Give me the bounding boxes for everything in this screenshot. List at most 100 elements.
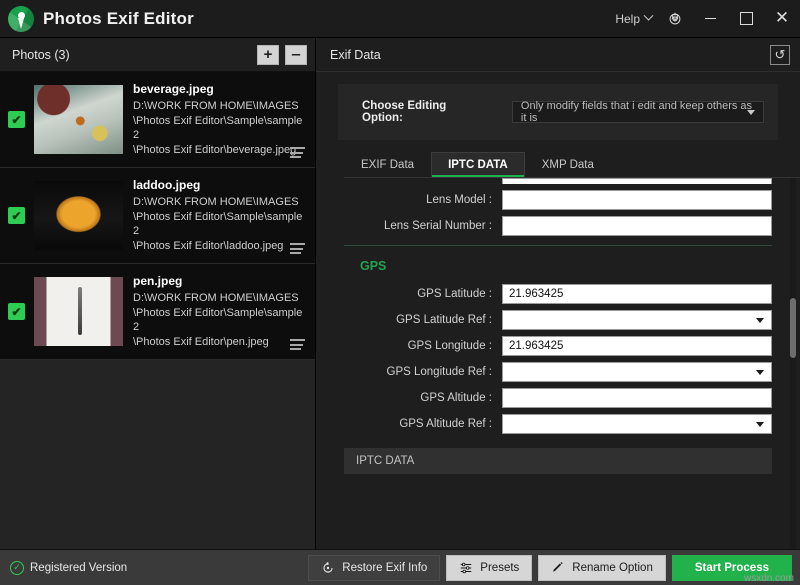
- field-row-gps-longitude-ref: GPS Longitude Ref :: [344, 362, 772, 382]
- list-item[interactable]: ✔ laddoo.jpeg D:\WORK FROM HOME\IMAGES \…: [0, 168, 315, 264]
- tab-exif-data[interactable]: EXIF Data: [344, 152, 431, 177]
- rename-option-label: Rename Option: [572, 561, 653, 574]
- exif-panel-title: Exif Data: [330, 47, 381, 62]
- field-row-lens-model: Lens Model :: [344, 190, 772, 210]
- photo-thumbnail: [34, 181, 123, 250]
- exif-panel: Exif Data ↺ Choose Editing Option: Only …: [316, 38, 800, 549]
- chevron-down-icon: [756, 370, 764, 375]
- gear-icon: [669, 11, 681, 24]
- gps-longitude-ref-select[interactable]: [502, 362, 772, 382]
- editing-option-select[interactable]: Only modify fields that i edit and keep …: [511, 100, 764, 124]
- restore-exif-info-label: Restore Exif Info: [342, 561, 428, 574]
- list-item[interactable]: ✔ pen.jpeg D:\WORK FROM HOME\IMAGES \Pho…: [0, 264, 315, 360]
- editing-option-row: Choose Editing Option: Only modify field…: [338, 84, 778, 140]
- bottom-bar: ✓ Registered Version Restore Exif Info P…: [0, 549, 800, 585]
- photo-checkbox[interactable]: ✔: [8, 303, 25, 320]
- photo-filename: beverage.jpeg: [133, 82, 214, 96]
- section-divider: [344, 245, 772, 246]
- exif-form: Lens Model : Lens Serial Number : GPS GP…: [316, 178, 800, 434]
- photo-list-empty-area: [0, 360, 315, 549]
- gps-altitude-ref-label: GPS Altitude Ref :: [399, 418, 492, 430]
- gps-latitude-label: GPS Latitude :: [417, 288, 492, 300]
- photo-meta: laddoo.jpeg D:\WORK FROM HOME\IMAGES \Ph…: [133, 178, 305, 253]
- field-row-gps-longitude: GPS Longitude : 21.963425: [344, 336, 772, 356]
- gps-latitude-ref-label: GPS Latitude Ref :: [396, 314, 492, 326]
- clipped-field-input[interactable]: [502, 178, 772, 184]
- photo-meta: pen.jpeg D:\WORK FROM HOME\IMAGES \Photo…: [133, 274, 305, 349]
- vertical-scrollbar[interactable]: [790, 178, 796, 549]
- photos-panel-header: Photos (3) + ‒: [0, 38, 315, 72]
- photo-thumbnail: [34, 277, 123, 346]
- field-row-gps-latitude: GPS Latitude : 21.963425: [344, 284, 772, 304]
- gps-group-title: GPS: [360, 259, 387, 273]
- field-row-gps-latitude-ref: GPS Latitude Ref :: [344, 310, 772, 330]
- photo-filepath: D:\WORK FROM HOME\IMAGES \Photos Exif Ed…: [133, 100, 303, 156]
- restore-exif-info-button[interactable]: Restore Exif Info: [308, 554, 441, 581]
- row-menu-icon[interactable]: [290, 243, 305, 254]
- field-row-gps-altitude-ref: GPS Altitude Ref :: [344, 414, 772, 434]
- photo-meta: beverage.jpeg D:\WORK FROM HOME\IMAGES \…: [133, 82, 305, 157]
- main-body: Photos (3) + ‒ ✔ beverage.jpeg D:\WORK F…: [0, 38, 800, 549]
- registered-status: ✓ Registered Version: [10, 560, 128, 575]
- field-row-gps-altitude: GPS Altitude :: [344, 388, 772, 408]
- close-button[interactable]: ✕: [764, 0, 800, 38]
- tab-iptc-data[interactable]: IPTC DATA: [431, 152, 525, 177]
- photos-panel: Photos (3) + ‒ ✔ beverage.jpeg D:\WORK F…: [0, 38, 316, 549]
- rename-option-button[interactable]: Rename Option: [538, 554, 666, 581]
- editing-option-label: Choose Editing Option:: [362, 100, 447, 124]
- row-menu-icon[interactable]: [290, 147, 305, 158]
- scrollbar-thumb[interactable]: [790, 298, 796, 358]
- sliders-icon: [461, 562, 472, 573]
- gps-longitude-input[interactable]: 21.963425: [502, 336, 772, 356]
- gps-latitude-ref-select[interactable]: [502, 310, 772, 330]
- app-title: Photos Exif Editor: [43, 8, 194, 28]
- remove-photos-button[interactable]: ‒: [285, 44, 307, 65]
- chevron-down-icon: [756, 422, 764, 427]
- photo-checkbox[interactable]: ✔: [8, 111, 25, 128]
- chevron-down-icon: [643, 10, 654, 21]
- photo-filename: pen.jpeg: [133, 274, 183, 288]
- photos-count-label: Photos (3): [12, 47, 70, 62]
- gps-latitude-input[interactable]: 21.963425: [502, 284, 772, 304]
- settings-button[interactable]: [658, 11, 692, 26]
- gps-longitude-label: GPS Longitude :: [407, 340, 492, 352]
- editing-option-value: Only modify fields that i edit and keep …: [520, 100, 753, 124]
- tab-xmp-data[interactable]: XMP Data: [525, 152, 611, 177]
- gps-altitude-ref-select[interactable]: [502, 414, 772, 434]
- maximize-button[interactable]: [728, 0, 764, 38]
- photo-checkbox[interactable]: ✔: [8, 207, 25, 224]
- help-label: Help: [615, 11, 640, 26]
- exif-panel-header: Exif Data ↺: [316, 38, 800, 72]
- photo-filepath: D:\WORK FROM HOME\IMAGES \Photos Exif Ed…: [133, 292, 303, 348]
- title-bar: Photos Exif Editor Help ✕: [0, 0, 800, 38]
- minimize-button[interactable]: [692, 0, 728, 38]
- lens-serial-number-input[interactable]: [502, 216, 772, 236]
- lens-serial-number-label: Lens Serial Number :: [383, 220, 492, 232]
- photo-list: ✔ beverage.jpeg D:\WORK FROM HOME\IMAGES…: [0, 72, 315, 360]
- list-item[interactable]: ✔ beverage.jpeg D:\WORK FROM HOME\IMAGES…: [0, 72, 315, 168]
- editing-option-wrap: Choose Editing Option: Only modify field…: [316, 72, 800, 140]
- metadata-tabs: EXIF Data IPTC DATA XMP Data: [344, 152, 800, 178]
- field-row-lens-serial-number: Lens Serial Number :: [344, 216, 772, 236]
- presets-button[interactable]: Presets: [446, 554, 533, 581]
- photo-thumbnail: [34, 85, 123, 154]
- chevron-down-icon: [756, 318, 764, 323]
- registered-label: Registered Version: [30, 561, 128, 574]
- chevron-down-icon: [747, 110, 755, 115]
- iptc-data-section-bar: IPTC DATA: [344, 448, 772, 474]
- lens-model-label: Lens Model :: [426, 194, 492, 206]
- restore-icon: [323, 561, 333, 573]
- exif-form-scroll-area: Lens Model : Lens Serial Number : GPS GP…: [316, 178, 800, 549]
- reset-icon[interactable]: ↺: [770, 44, 790, 65]
- pencil-icon: [553, 561, 563, 572]
- help-menu-button[interactable]: Help: [609, 6, 658, 32]
- aperture-logo-icon: [8, 5, 34, 32]
- photo-filepath: D:\WORK FROM HOME\IMAGES \Photos Exif Ed…: [133, 196, 303, 252]
- presets-label: Presets: [480, 561, 520, 574]
- add-photos-button[interactable]: +: [257, 44, 279, 65]
- gps-altitude-label: GPS Altitude :: [420, 392, 492, 404]
- row-menu-icon[interactable]: [290, 339, 305, 350]
- app-window: Photos Exif Editor Help ✕ Photos (3) + ‒: [0, 0, 800, 585]
- lens-model-input[interactable]: [502, 190, 772, 210]
- gps-altitude-input[interactable]: [502, 388, 772, 408]
